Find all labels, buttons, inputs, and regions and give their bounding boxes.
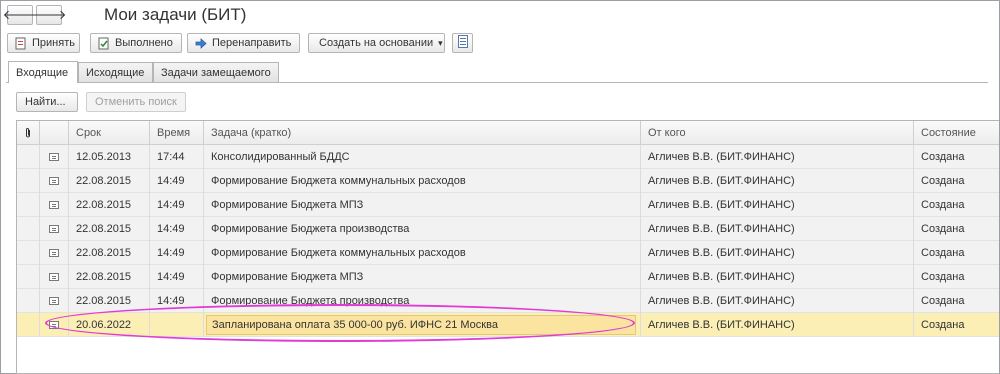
cancel-search-label: Отменить поиск <box>95 96 177 108</box>
create-based-on-dropdown[interactable]: Создать на основании ▾ <box>308 33 445 53</box>
redirect-label: Перенаправить <box>212 37 292 49</box>
from-cell: Агличев В.В. (БИТ.ФИНАНС) <box>641 313 914 337</box>
table-row[interactable]: 22.08.2015 14:49 Формирование Бюджета пр… <box>17 217 999 241</box>
task-cell: Консолидированный БДДС <box>204 145 641 169</box>
task-cell-text: Запланирована оплата 35 000-00 руб. ИФНС… <box>206 315 636 335</box>
accept-label: Принять <box>32 37 75 49</box>
status-column-header[interactable]: Состояние <box>914 121 999 145</box>
create-based-label: Создать на основании <box>319 37 434 49</box>
task-icon <box>49 201 59 209</box>
table-row[interactable]: 22.08.2015 14:49 Формирование Бюджета ко… <box>17 241 999 265</box>
tab-divider <box>6 82 988 83</box>
time-cell: 14:49 <box>150 193 204 217</box>
task-cell: Формирование Бюджета производства <box>204 217 641 241</box>
task-cell: Формирование Бюджета МПЗ <box>204 265 641 289</box>
icon-column-header <box>40 121 69 145</box>
time-cell: 14:49 <box>150 289 204 313</box>
from-cell: Агличев В.В. (БИТ.ФИНАНС) <box>641 241 914 265</box>
find-label: Найти... <box>25 96 66 108</box>
done-icon <box>97 37 110 50</box>
task-icon <box>49 153 59 161</box>
page-title: Мои задачи (БИТ) <box>104 5 247 24</box>
task-cell: Формирование Бюджета производства <box>204 289 641 313</box>
find-button[interactable]: Найти... <box>16 92 78 112</box>
time-cell <box>150 313 204 337</box>
accept-icon <box>14 37 27 50</box>
attach-column-header[interactable] <box>17 121 40 145</box>
tab-outgoing[interactable]: Исходящие <box>78 62 153 82</box>
task-icon <box>49 225 59 233</box>
from-cell: Агличев В.В. (БИТ.ФИНАНС) <box>641 169 914 193</box>
date-cell: 22.08.2015 <box>69 193 150 217</box>
time-cell: 17:44 <box>150 145 204 169</box>
table-row[interactable]: 22.08.2015 14:49 Формирование Бюджета МП… <box>17 193 999 217</box>
task-icon <box>49 177 59 185</box>
tab-incoming[interactable]: Входящие <box>8 61 78 83</box>
status-cell: Создана <box>921 247 965 259</box>
back-button[interactable]: 🡐 <box>3 5 37 25</box>
done-button[interactable]: Выполнено <box>90 33 182 53</box>
time-cell: 14:49 <box>150 217 204 241</box>
task-cell: Формирование Бюджета МПЗ <box>204 193 641 217</box>
task-icon <box>49 321 59 329</box>
list-settings-icon <box>457 35 469 51</box>
tab-deputy-tasks[interactable]: Задачи замещаемого <box>153 62 279 82</box>
date-cell: 22.08.2015 <box>69 289 150 313</box>
table-row[interactable]: 12.05.2013 17:44 Консолидированный БДДС … <box>17 145 999 169</box>
chevron-down-icon: ▾ <box>438 37 443 48</box>
task-column-header[interactable]: Задача (кратко) <box>204 121 641 145</box>
task-icon <box>49 297 59 305</box>
status-cell: Создана <box>921 175 965 187</box>
table-row[interactable]: 22.08.2015 14:49 Формирование Бюджета МП… <box>17 265 999 289</box>
tab-outgoing-label: Исходящие <box>86 66 145 79</box>
task-cell-focused[interactable]: Запланирована оплата 35 000-00 руб. ИФНС… <box>204 313 641 337</box>
table-header: Срок Время Задача (кратко) От кого Состо… <box>17 121 999 145</box>
table-row[interactable]: 22.08.2015 14:49 Формирование Бюджета ко… <box>17 169 999 193</box>
from-cell: Агличев В.В. (БИТ.ФИНАНС) <box>641 265 914 289</box>
date-cell: 20.06.2022 <box>69 313 150 337</box>
time-column-header[interactable]: Время <box>150 121 204 145</box>
date-cell: 22.08.2015 <box>69 169 150 193</box>
status-cell: Создана <box>921 319 965 331</box>
tab-deputy-label: Задачи замещаемого <box>161 66 271 79</box>
tasks-table[interactable]: Срок Время Задача (кратко) От кого Состо… <box>16 120 999 374</box>
time-cell: 14:49 <box>150 265 204 289</box>
time-cell: 14:49 <box>150 241 204 265</box>
date-column-header[interactable]: Срок <box>69 121 150 145</box>
redirect-icon <box>194 37 207 50</box>
time-cell: 14:49 <box>150 169 204 193</box>
status-cell: Создана <box>921 199 965 211</box>
task-icon <box>49 249 59 257</box>
table-row[interactable]: 22.08.2015 14:49 Формирование Бюджета пр… <box>17 289 999 313</box>
redirect-button[interactable]: Перенаправить <box>187 33 300 53</box>
settings-button[interactable] <box>452 33 473 53</box>
arrow-right-icon: 🡒 <box>31 7 67 22</box>
status-cell: Создана <box>921 151 965 163</box>
from-cell: Агличев В.В. (БИТ.ФИНАНС) <box>641 217 914 241</box>
cancel-search-button[interactable]: Отменить поиск <box>86 92 186 112</box>
status-cell: Создана <box>921 271 965 283</box>
task-cell: Формирование Бюджета коммунальных расход… <box>204 169 641 193</box>
done-label: Выполнено <box>115 37 173 49</box>
from-cell: Агличев В.В. (БИТ.ФИНАНС) <box>641 193 914 217</box>
status-cell: Создана <box>921 223 965 235</box>
forward-button[interactable]: 🡒 <box>32 5 66 25</box>
accept-button[interactable]: Принять <box>7 33 80 53</box>
date-cell: 22.08.2015 <box>69 217 150 241</box>
task-cell: Формирование Бюджета коммунальных расход… <box>204 241 641 265</box>
from-column-header[interactable]: От кого <box>641 121 914 145</box>
table-row-selected[interactable]: 20.06.2022 Запланирована оплата 35 000-0… <box>17 313 999 337</box>
from-cell: Агличев В.В. (БИТ.ФИНАНС) <box>641 145 914 169</box>
tab-incoming-label: Входящие <box>16 66 69 79</box>
date-cell: 22.08.2015 <box>69 265 150 289</box>
task-icon <box>49 273 59 281</box>
status-cell: Создана <box>921 295 965 307</box>
paperclip-icon <box>24 127 32 139</box>
date-cell: 22.08.2015 <box>69 241 150 265</box>
date-cell: 12.05.2013 <box>69 145 150 169</box>
from-cell: Агличев В.В. (БИТ.ФИНАНС) <box>641 289 914 313</box>
